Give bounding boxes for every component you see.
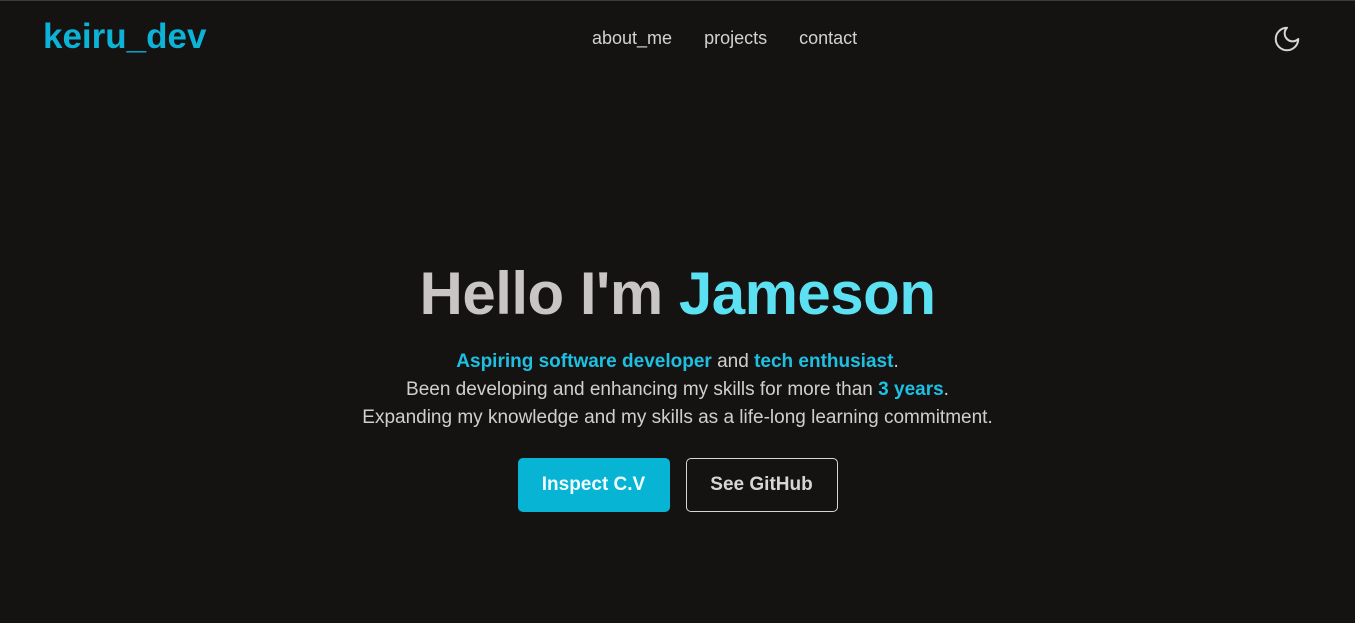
hero-line-2: Been developing and enhancing my skills … bbox=[0, 376, 1355, 404]
nav-links: about_me projects contact bbox=[592, 28, 857, 49]
hero-text: . bbox=[893, 351, 899, 372]
theme-toggle-button[interactable] bbox=[1269, 21, 1305, 57]
hero-name: Jameson bbox=[678, 260, 936, 327]
nav-link-contact[interactable]: contact bbox=[799, 28, 857, 49]
hero-highlight-years: 3 years bbox=[878, 379, 944, 400]
hero-highlight-enthusiast: tech enthusiast bbox=[754, 351, 894, 372]
hero-text: Been developing and enhancing my skills … bbox=[406, 379, 879, 400]
inspect-cv-button[interactable]: Inspect C.V bbox=[517, 458, 670, 512]
see-github-button[interactable]: See GitHub bbox=[685, 458, 838, 512]
hero-description: Aspiring software developer and tech ent… bbox=[0, 348, 1355, 432]
hero-highlight-role: Aspiring software developer bbox=[456, 351, 712, 372]
hero-greeting: Hello I'm bbox=[419, 260, 679, 327]
hero-line-3: Expanding my knowledge and my skills as … bbox=[362, 407, 993, 428]
navbar: keiru_dev about_me projects contact bbox=[0, 1, 1355, 75]
hero-text: and bbox=[711, 351, 755, 372]
hero-text: . bbox=[943, 379, 949, 400]
hero-section: Hello I'm Jameson Aspiring software deve… bbox=[0, 256, 1355, 512]
nav-link-about-me[interactable]: about_me bbox=[592, 28, 672, 49]
moon-icon bbox=[1274, 26, 1300, 52]
hero-line-1: Aspiring software developer and tech ent… bbox=[0, 348, 1355, 376]
hero-buttons: Inspect C.V See GitHub bbox=[0, 458, 1355, 512]
hero-title: Hello I'm Jameson bbox=[0, 256, 1355, 332]
brand-logo[interactable]: keiru_dev bbox=[43, 17, 206, 57]
nav-link-projects[interactable]: projects bbox=[704, 28, 767, 49]
page: keiru_dev about_me projects contact Hell… bbox=[0, 0, 1355, 623]
